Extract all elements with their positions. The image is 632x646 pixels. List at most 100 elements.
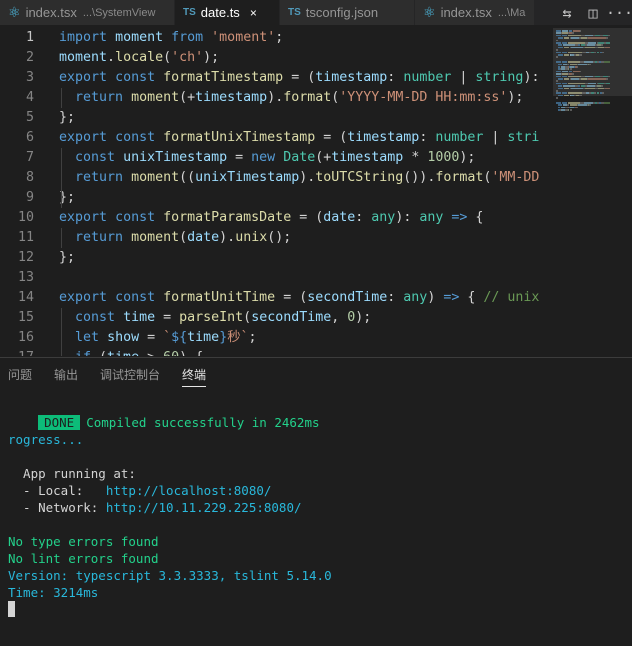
tsconfig-file-icon: TS <box>288 7 301 18</box>
code-line[interactable]: 16 let show = `${time}秒`; <box>0 328 632 348</box>
tab-date-ts-1[interactable]: TS date.ts × <box>175 0 280 25</box>
code-line[interactable]: 3 export const formatTimestamp = (timesta… <box>0 68 632 88</box>
panel-tab-3[interactable]: 终端 <box>182 364 207 387</box>
line-number: 6 <box>25 130 34 145</box>
minimap-token <box>562 30 568 32</box>
minimap-token <box>557 104 563 106</box>
minimap-token <box>580 30 582 32</box>
minimap-token <box>557 44 563 46</box>
editor-actions: ⇆ ◫ ··· <box>548 0 632 25</box>
minimap-token <box>562 92 567 94</box>
code-line[interactable]: 7 const unixTimestamp = new Date(+timest… <box>0 148 632 168</box>
terminal-line-no-lint-errors: No lint errors found <box>8 551 159 566</box>
minimap-token <box>562 102 567 104</box>
code-editor[interactable]: 1 import moment from 'moment'; 2 moment.loc… <box>0 28 632 356</box>
minimap-token <box>577 44 581 46</box>
minimap-token <box>562 82 567 85</box>
tab-label: tsconfig.json <box>305 5 379 20</box>
code-line[interactable]: 5}; <box>0 108 632 128</box>
tab-description: ...\SystemView <box>82 6 156 19</box>
code-line[interactable]: 11 return moment(date).unix(); <box>0 228 632 248</box>
code-line[interactable]: 14 export const formatUnitTime = (secondT… <box>0 288 632 308</box>
terminal-line-progress: rogress... <box>8 432 84 447</box>
minimap-token <box>584 34 593 37</box>
compare-changes-icon[interactable]: ⇆ <box>554 4 580 22</box>
terminal-line-network: - Network: http://10.11.229.225:8080/ <box>8 499 302 516</box>
tab-tsconfig-json-2[interactable]: TS tsconfig.json <box>280 0 415 25</box>
code-line[interactable]: 2 moment.locale('ch'); <box>0 48 632 68</box>
tab-index-tsx-3[interactable]: ⚛ index.tsx ...\Ma <box>415 0 535 25</box>
minimap-token <box>583 102 593 104</box>
code-text: return moment((unixTimestamp).toUTCStrin… <box>75 170 540 185</box>
minimap-token <box>556 92 562 94</box>
minimap-token <box>556 39 558 42</box>
indent-guide <box>61 308 62 356</box>
minimap-token <box>556 51 562 54</box>
code-line[interactable]: 12}; <box>0 248 632 268</box>
minimap-token <box>587 37 607 39</box>
terminal-line-app-running: App running at: <box>8 466 136 481</box>
line-number: 17 <box>0 348 34 356</box>
minimap-token <box>589 104 592 106</box>
code-line[interactable]: 13 <box>0 268 632 288</box>
minimap-token <box>556 34 562 37</box>
code-line[interactable]: 8 return moment((unixTimestamp).toUTCStr… <box>0 168 632 188</box>
code-line[interactable]: 4 return moment(+timestamp).format('YYYY… <box>0 88 632 108</box>
panel-tabs: 问题 输出 调试控制台 终端 <box>0 364 220 388</box>
code-line[interactable]: 10 export const formatParamsDate = (date:… <box>0 208 632 228</box>
code-line[interactable]: 1 import moment from 'moment'; <box>0 28 632 48</box>
local-url-link[interactable]: http://localhost:8080/ <box>106 483 272 498</box>
minimap-token <box>608 34 610 37</box>
panel-tab-2[interactable]: 调试控制台 <box>100 364 160 386</box>
minimap-token <box>556 102 562 104</box>
line-number: 1 <box>25 30 34 45</box>
close-icon[interactable]: × <box>250 6 257 20</box>
code-text: export const formatUnitTime = (secondTim… <box>59 290 540 305</box>
minimap-token <box>586 85 595 87</box>
minimap-token <box>557 66 561 68</box>
minimap-token <box>556 30 562 32</box>
minimap-token <box>567 75 582 78</box>
minimap-token <box>556 56 558 58</box>
minimap-token <box>579 94 583 97</box>
minimap-token <box>557 94 564 97</box>
minimap-token <box>601 85 603 87</box>
code-text: const unixTimestamp = new Date(+timestam… <box>75 150 476 165</box>
indent-guide <box>61 88 62 108</box>
network-url-link[interactable]: http://10.11.229.225:8080/ <box>106 500 302 515</box>
minimap-token <box>557 63 563 66</box>
more-actions-icon[interactable]: ··· <box>606 4 632 22</box>
minimap-token <box>587 78 607 80</box>
line-number: 3 <box>25 70 34 85</box>
minimap-token <box>571 87 583 90</box>
minimap-token <box>556 49 558 51</box>
minimap-token <box>556 70 562 73</box>
minimap-token <box>567 61 581 63</box>
line-number: 4 <box>25 90 34 105</box>
minimap-token <box>556 90 558 92</box>
line-number: 12 <box>17 250 34 265</box>
panel-tab-0[interactable]: 问题 <box>8 364 32 386</box>
minimap[interactable] <box>553 28 632 356</box>
minimap-token <box>606 42 610 44</box>
code-line[interactable]: 6 export const formatUnixTimestamp = (tim… <box>0 128 632 148</box>
code-text: if (time > 60) { <box>59 348 203 356</box>
code-line[interactable]: 9}; <box>0 188 632 208</box>
minimap-token <box>568 30 573 32</box>
terminal-line-version: Version: typescript 3.3.3333, tslint 5.1… <box>8 568 332 583</box>
minimap-token <box>557 78 564 80</box>
minimap-token <box>567 92 583 94</box>
panel-tab-1[interactable]: 输出 <box>54 364 78 386</box>
minimap-token <box>584 87 595 90</box>
minimap-token <box>562 51 567 54</box>
minimap-token <box>571 37 580 39</box>
tab-label: index.tsx <box>25 5 77 20</box>
code-line[interactable]: 15 const time = parseInt(secondTime, 0); <box>0 308 632 328</box>
minimap-token <box>556 82 562 85</box>
split-editor-icon[interactable]: ◫ <box>580 4 606 22</box>
minimap-token <box>584 75 593 78</box>
tab-index-tsx-0[interactable]: ⚛ index.tsx ...\SystemView <box>0 0 175 25</box>
tab-label: date.ts <box>200 5 240 20</box>
code-line[interactable]: 17 if (time > 60) { <box>0 348 632 356</box>
minimap-token <box>563 85 575 87</box>
